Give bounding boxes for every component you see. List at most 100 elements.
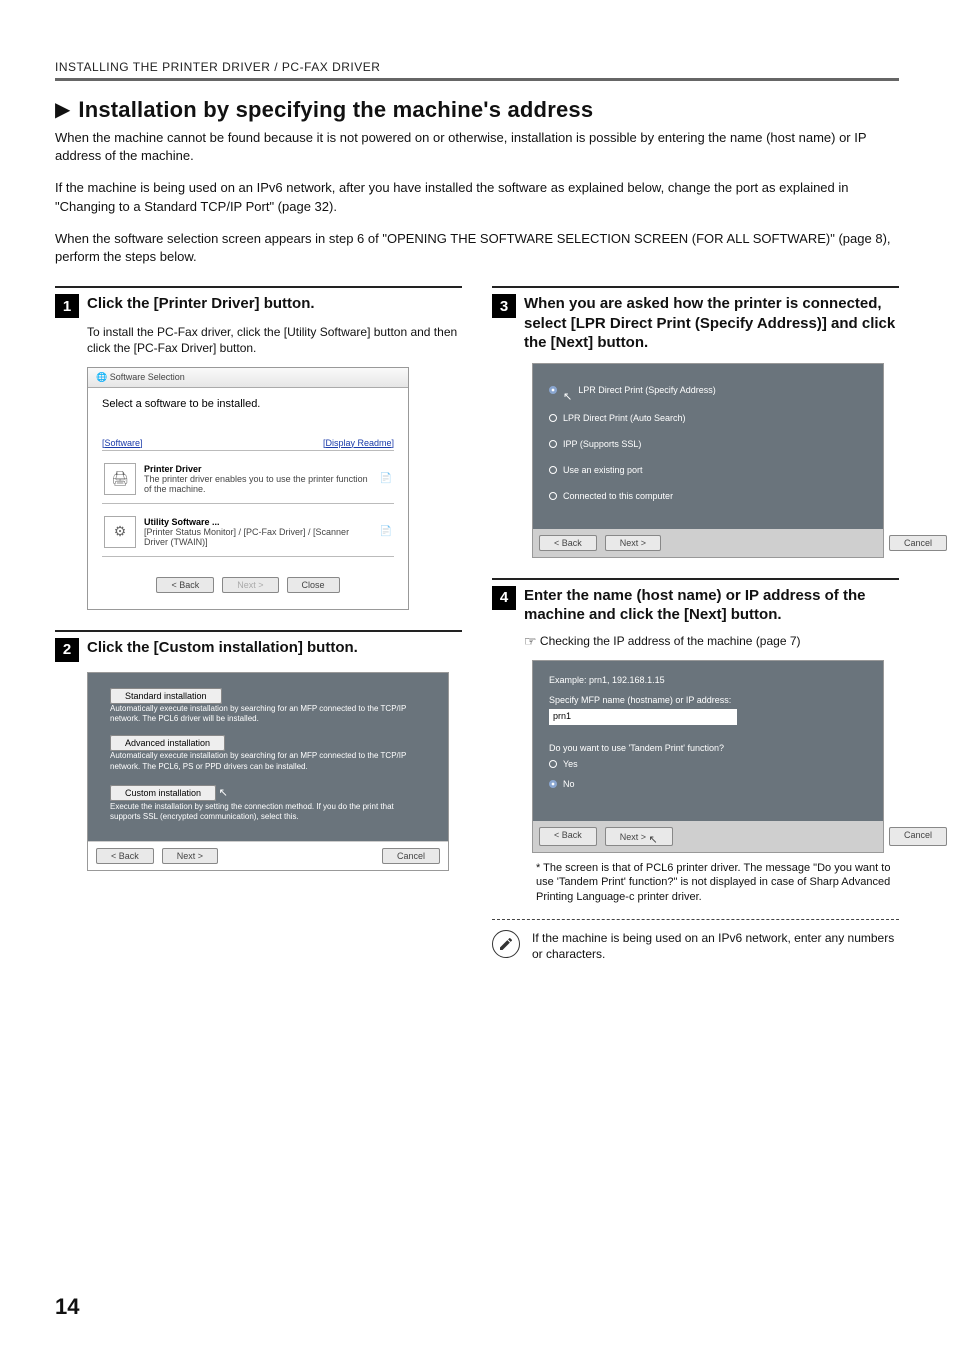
intro-p2-link[interactable]: Changing to a Standard TCP/IP Port	[60, 199, 270, 214]
option-desc: Execute the installation by setting the …	[110, 802, 426, 823]
hostname-input[interactable]: prn1	[549, 709, 737, 725]
example-text: Example: prn1, 192.168.1.15	[549, 675, 867, 685]
step-number: 1	[55, 294, 79, 318]
close-button[interactable]: Close	[287, 577, 340, 593]
title-line: ▶ Installation by specifying the machine…	[55, 97, 899, 123]
back-button[interactable]: < Back	[539, 535, 597, 551]
intro-p2: If the machine is being used on an IPv6 …	[55, 179, 899, 215]
separator	[102, 450, 394, 451]
footnote: * The screen is that of PCL6 printer dri…	[536, 861, 899, 906]
note-icon	[492, 930, 520, 958]
step-rule	[55, 630, 462, 632]
item-desc: The printer driver enables you to use th…	[144, 474, 372, 494]
step-head: 3 When you are asked how the printer is …	[492, 294, 899, 353]
software-label[interactable]: [Software]	[102, 438, 143, 448]
two-column-layout: 1 Click the [Printer Driver] button. To …	[55, 280, 899, 962]
radio-icon	[549, 466, 557, 474]
next-button-label: Next >	[620, 832, 646, 842]
intro-p2-page[interactable]: 32	[315, 199, 329, 214]
item-body: Printer Driver The printer driver enable…	[144, 464, 372, 494]
cancel-button[interactable]: Cancel	[889, 827, 947, 846]
page: INSTALLING THE PRINTER DRIVER / PC-FAX D…	[0, 0, 954, 1350]
back-button[interactable]: < Back	[96, 848, 154, 864]
intro-p3-link[interactable]: OPENING THE SOFTWARE SELECTION SCREEN (F…	[387, 231, 830, 246]
dashed-separator	[492, 919, 899, 920]
option-label: No	[563, 779, 575, 789]
connection-options-pane: ↖ LPR Direct Print (Specify Address) LPR…	[533, 364, 883, 529]
radio-icon	[549, 440, 557, 448]
cancel-button[interactable]: Cancel	[382, 848, 440, 864]
step-4: 4 Enter the name (host name) or IP addre…	[492, 572, 899, 963]
doc-icon: 📄	[380, 473, 392, 484]
right-column: 3 When you are asked how the printer is …	[492, 280, 899, 962]
connected-computer-option[interactable]: Connected to this computer	[549, 485, 867, 521]
pointer-icon: ☞	[524, 633, 537, 649]
intro-p3-page[interactable]: 8	[875, 231, 882, 246]
tandem-no-option[interactable]: No	[549, 773, 867, 813]
next-button[interactable]: Next >	[605, 535, 661, 551]
intro-p3b: " (page	[830, 231, 875, 246]
pencil-icon	[498, 936, 514, 952]
screenshot-connection-method: ↖ LPR Direct Print (Specify Address) LPR…	[532, 363, 884, 558]
radio-icon	[549, 414, 557, 422]
button-row: < Back Next > Close	[102, 563, 394, 599]
step-title: Click the [Printer Driver] button.	[87, 294, 315, 318]
radio-icon	[549, 760, 557, 768]
intro-p3: When the software selection screen appea…	[55, 230, 899, 266]
item-body: Utility Software ... [Printer Status Mon…	[144, 517, 372, 547]
step-rule	[492, 578, 899, 580]
standard-install-button[interactable]: Standard installation	[110, 688, 222, 704]
next-button[interactable]: Next > ↖	[605, 827, 673, 846]
back-button[interactable]: < Back	[156, 577, 214, 593]
step-head: 4 Enter the name (host name) or IP addre…	[492, 586, 899, 625]
step-title: Enter the name (host name) or IP address…	[524, 586, 899, 625]
option-label: IPP (Supports SSL)	[563, 439, 641, 449]
cross-reference-text[interactable]: Checking the IP address of the machine (…	[540, 634, 801, 648]
radio-selected-icon	[549, 780, 557, 788]
intro-p1: When the machine cannot be found because…	[55, 129, 899, 165]
title-triangle-icon: ▶	[55, 100, 70, 120]
screenshot-enter-address: Example: prn1, 192.168.1.15 Specify MFP …	[532, 660, 884, 853]
header-rule	[55, 78, 899, 81]
item-title: Utility Software ...	[144, 517, 372, 527]
tandem-yes-option[interactable]: Yes	[549, 753, 867, 773]
utility-software-item[interactable]: ⚙ Utility Software ... [Printer Status M…	[102, 510, 394, 554]
item-desc: [Printer Status Monitor] / [PC-Fax Drive…	[144, 527, 372, 547]
advanced-install-button[interactable]: Advanced installation	[110, 735, 225, 751]
screenshot-software-selection: 🌐 Software Selection Select a software t…	[87, 367, 409, 610]
window-icon: 🌐	[96, 372, 107, 382]
lpr-specify-option[interactable]: ↖ LPR Direct Print (Specify Address)	[549, 378, 867, 407]
radio-icon	[549, 492, 557, 500]
header-section: INSTALLING THE PRINTER DRIVER / PC-FAX D…	[55, 60, 899, 74]
button-row: < Back Next > Cancel	[88, 841, 448, 870]
back-button[interactable]: < Back	[539, 827, 597, 846]
page-title: Installation by specifying the machine's…	[78, 97, 593, 123]
readme-label[interactable]: [Display Readme]	[323, 438, 394, 448]
custom-install-button[interactable]: Custom installation	[110, 785, 216, 801]
doc-icon: 📄	[380, 526, 392, 537]
radio-selected-icon	[549, 386, 557, 394]
lpr-auto-option[interactable]: LPR Direct Print (Auto Search)	[549, 407, 867, 433]
step-rule	[55, 286, 462, 288]
ipp-option[interactable]: IPP (Supports SSL)	[549, 433, 867, 459]
printer-icon: 🖨	[104, 463, 136, 495]
step-head: 1 Click the [Printer Driver] button.	[55, 294, 462, 318]
button-row: < Back Next > ↖ Cancel	[533, 821, 883, 852]
item-title: Printer Driver	[144, 464, 372, 474]
left-column: 1 Click the [Printer Driver] button. To …	[55, 280, 462, 962]
next-button[interactable]: Next >	[222, 577, 278, 593]
window-title-text: Software Selection	[110, 372, 185, 382]
step-number: 3	[492, 294, 516, 318]
printer-driver-item[interactable]: 🖨 Printer Driver The printer driver enab…	[102, 457, 394, 501]
existing-port-option[interactable]: Use an existing port	[549, 459, 867, 485]
screenshot-install-type: Standard installation Automatically exec…	[87, 672, 449, 871]
note-box: If the machine is being used on an IPv6 …	[492, 930, 899, 962]
option-label: LPR Direct Print (Auto Search)	[563, 413, 686, 423]
option-desc: Automatically execute installation by se…	[110, 704, 426, 725]
window-title: 🌐 Software Selection	[88, 368, 408, 388]
standard-install-option: Standard installation Automatically exec…	[110, 691, 426, 725]
cancel-button[interactable]: Cancel	[889, 535, 947, 551]
option-label: LPR Direct Print (Specify Address)	[578, 385, 716, 395]
next-button[interactable]: Next >	[162, 848, 218, 864]
window-body: Select a software to be installed. [Soft…	[88, 388, 408, 609]
